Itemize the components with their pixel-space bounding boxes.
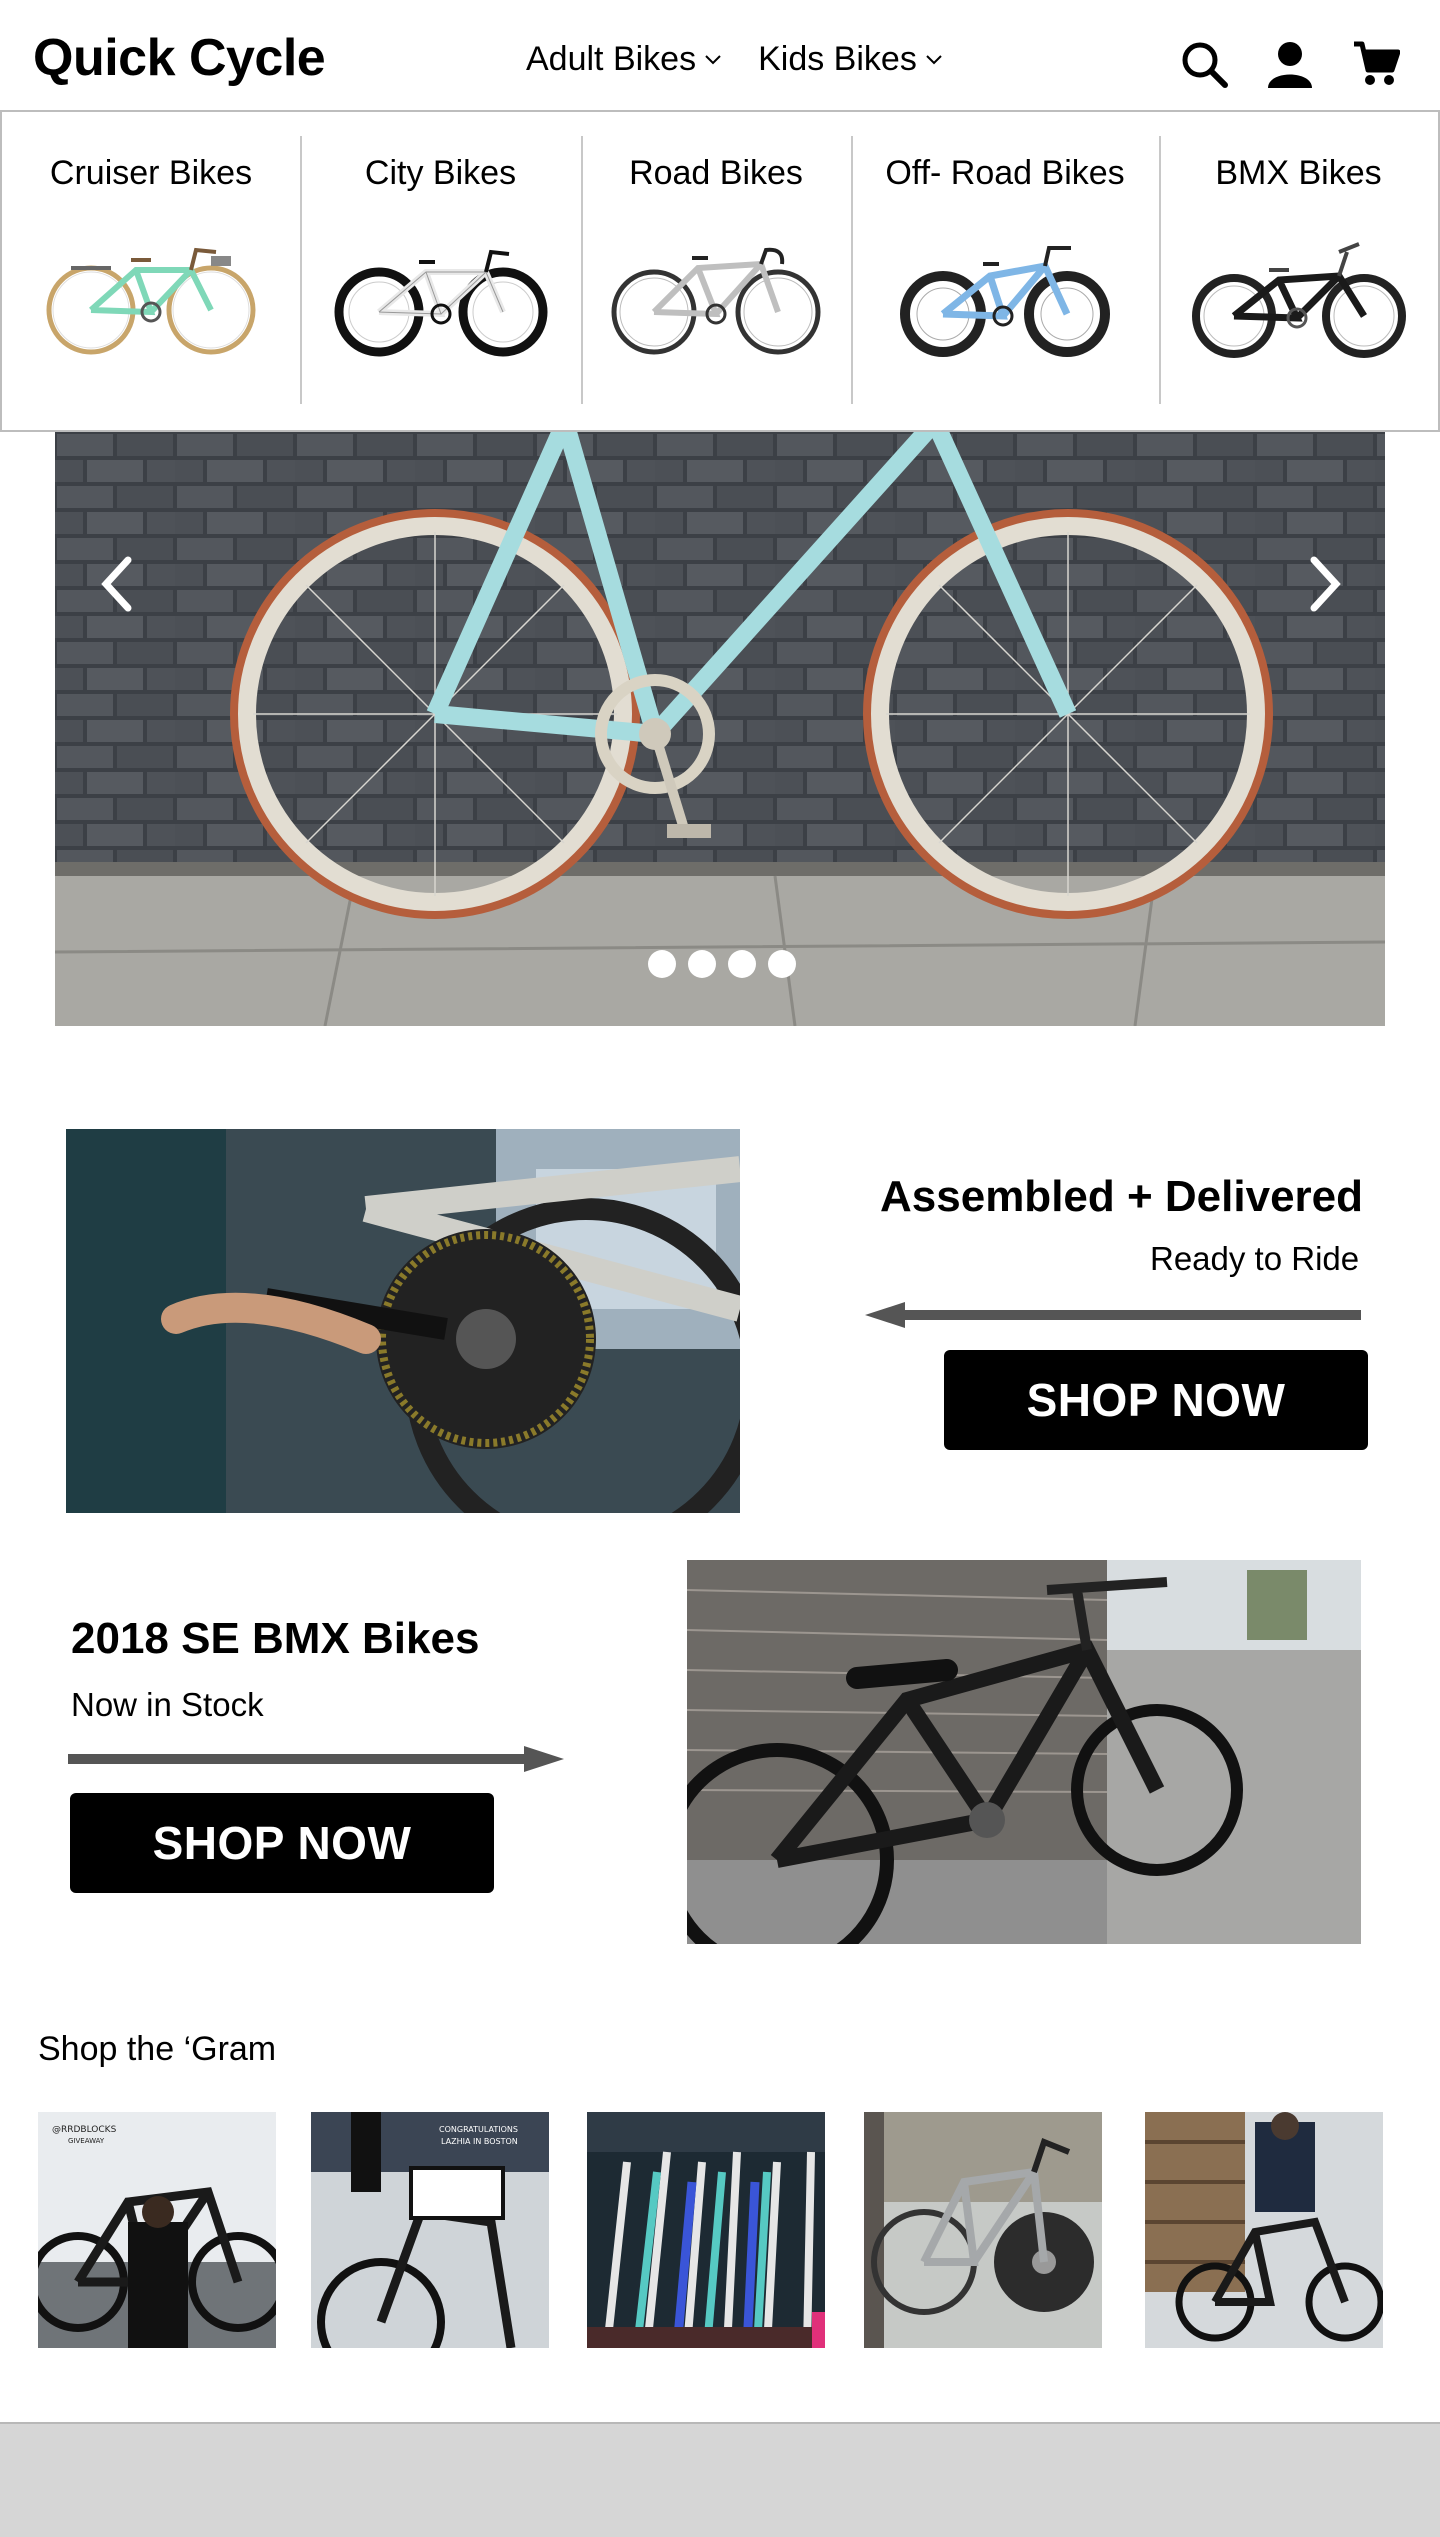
- nav-kids-bikes[interactable]: Kids Bikes: [758, 40, 945, 79]
- main-nav: Adult Bikes Kids Bikes: [526, 40, 945, 79]
- mega-menu: Cruiser Bikes City Bikes Road Bikes Off-…: [0, 110, 1440, 432]
- chevron-down-icon: [923, 49, 945, 71]
- site-footer: [0, 2422, 1440, 2537]
- site-header: Quick Cycle Adult Bikes Kids Bikes: [0, 0, 1440, 110]
- promo1-title: Assembled + Delivered: [880, 1172, 1364, 1221]
- nav-adult-bikes-label: Adult Bikes: [526, 40, 697, 78]
- category-off-road-bikes[interactable]: Off- Road Bikes: [851, 112, 1159, 430]
- bmx-bike-image: [1189, 230, 1409, 360]
- gram-post-caption: CONGRATULATIONS: [439, 2125, 518, 2134]
- chevron-down-icon: [702, 49, 724, 71]
- city-bike-image: [331, 230, 551, 360]
- hero-bike-image: [55, 432, 1385, 1026]
- promo-assembly-image: [66, 1129, 740, 1513]
- carousel-dot-1[interactable]: [648, 950, 676, 978]
- category-label: Road Bikes: [629, 154, 803, 192]
- cart-icon[interactable]: [1350, 38, 1402, 90]
- carousel-dot-4[interactable]: [768, 950, 796, 978]
- header-icons: [1178, 38, 1402, 90]
- chevron-right-icon[interactable]: [1295, 544, 1355, 624]
- nav-adult-bikes[interactable]: Adult Bikes: [526, 40, 724, 79]
- cruiser-bike-image: [41, 230, 261, 360]
- category-label: Cruiser Bikes: [49, 154, 253, 192]
- category-bmx-bikes[interactable]: BMX Bikes: [1159, 112, 1438, 430]
- promo-bmx-image: [687, 1560, 1361, 1944]
- promo2-subtitle: Now in Stock: [71, 1686, 264, 1723]
- brand-logo[interactable]: Quick Cycle: [33, 28, 326, 88]
- category-city-bikes[interactable]: City Bikes: [300, 112, 581, 430]
- carousel-dot-2[interactable]: [688, 950, 716, 978]
- gram-post-2[interactable]: CONGRATULATIONS LAZHIA IN BOSTON: [311, 2112, 549, 2348]
- gram-post-1[interactable]: @RRDBLOCKS GIVEAWAY: [38, 2112, 276, 2348]
- promo1-subtitle: Ready to Ride: [1150, 1240, 1360, 1277]
- road-bike-image: [606, 230, 826, 360]
- gram-post-5[interactable]: [1145, 2112, 1383, 2348]
- left-arrow-icon: [865, 1300, 1361, 1333]
- account-icon[interactable]: [1264, 38, 1316, 90]
- gram-section-title: Shop the ‘Gram: [38, 2030, 277, 2068]
- promo2-title: 2018 SE BMX Bikes: [71, 1614, 480, 1663]
- right-arrow-icon: [68, 1744, 564, 1777]
- promo2-shop-now-button[interactable]: SHOP NOW: [70, 1793, 494, 1893]
- gram-post-3[interactable]: [587, 2112, 825, 2348]
- promo1-shop-now-button[interactable]: SHOP NOW: [944, 1350, 1368, 1450]
- category-road-bikes[interactable]: Road Bikes: [581, 112, 851, 430]
- search-icon[interactable]: [1178, 38, 1230, 90]
- gram-post-subcaption: LAZHIA IN BOSTON: [441, 2137, 518, 2146]
- category-label: City Bikes: [364, 154, 517, 192]
- off-road-bike-image: [895, 230, 1115, 360]
- category-cruiser-bikes[interactable]: Cruiser Bikes: [2, 112, 300, 430]
- gram-post-caption: @RRDBLOCKS: [52, 2125, 117, 2135]
- carousel-dot-3[interactable]: [728, 950, 756, 978]
- category-label: BMX Bikes: [1215, 154, 1382, 192]
- category-label: Off- Road Bikes: [885, 154, 1125, 192]
- gram-post-subcaption: GIVEAWAY: [68, 2137, 105, 2145]
- nav-kids-bikes-label: Kids Bikes: [758, 40, 917, 78]
- carousel-dots: [648, 950, 796, 978]
- chevron-left-icon[interactable]: [87, 544, 147, 624]
- hero-carousel: [55, 432, 1385, 1026]
- gram-post-4[interactable]: [864, 2112, 1102, 2348]
